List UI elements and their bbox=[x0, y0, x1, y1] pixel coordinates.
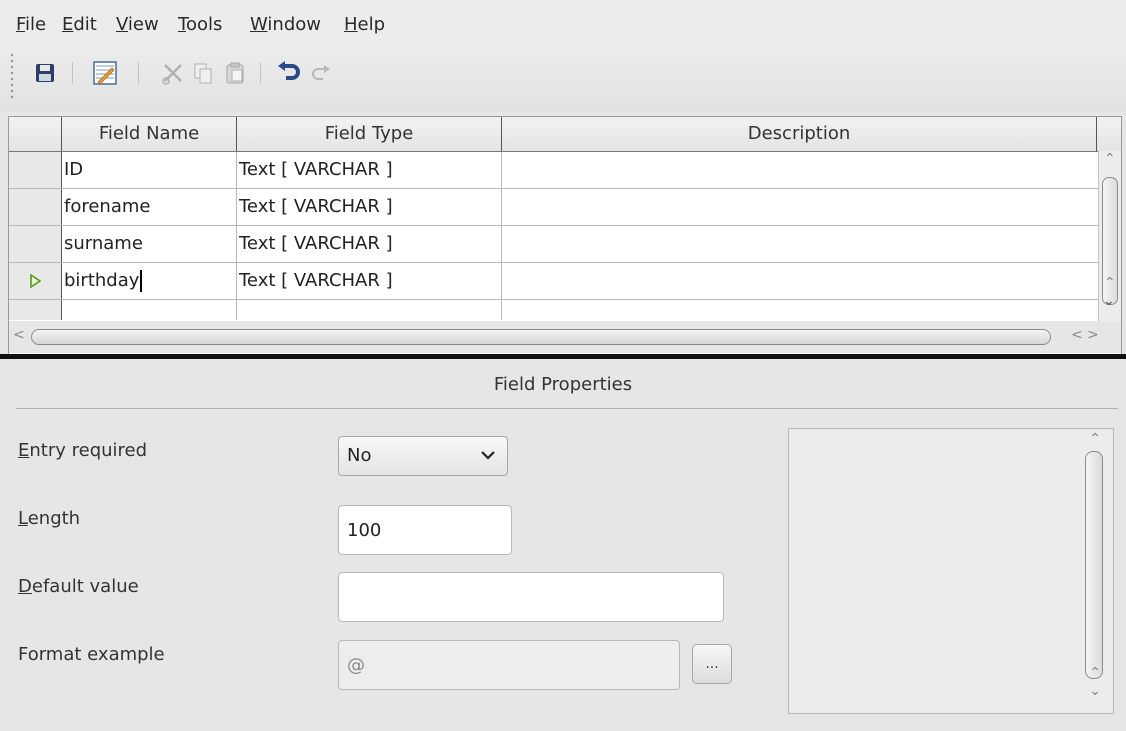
cut-icon[interactable] bbox=[158, 58, 188, 88]
field-name-cell[interactable]: forename bbox=[62, 189, 237, 225]
horizontal-scroll-thumb[interactable] bbox=[31, 329, 1051, 345]
menu-window[interactable]: Window bbox=[250, 14, 321, 35]
field-name-cell-active[interactable]: birthday bbox=[62, 263, 237, 299]
text-cursor bbox=[140, 270, 143, 292]
chevron-down-icon bbox=[481, 451, 495, 460]
field-type-cell[interactable]: Text [ VARCHAR ] bbox=[237, 189, 502, 225]
help-scroll-thumb[interactable] bbox=[1085, 451, 1103, 679]
divider bbox=[16, 408, 1118, 409]
field-name-text: birthday bbox=[64, 270, 140, 291]
toolbar bbox=[0, 46, 1126, 112]
row-handle[interactable] bbox=[9, 189, 62, 225]
toolbar-separator bbox=[72, 62, 73, 84]
menu-bar: File Edit View Tools Window Help bbox=[0, 0, 1126, 46]
field-type-cell[interactable]: Text [ VARCHAR ] bbox=[237, 263, 502, 299]
entry-required-value: No bbox=[347, 445, 372, 466]
scroll-down-icon[interactable]: ⌄ bbox=[1089, 683, 1101, 699]
menu-help[interactable]: Help bbox=[344, 14, 385, 35]
column-header-description[interactable]: Description bbox=[502, 117, 1097, 151]
current-row-indicator-icon bbox=[30, 274, 41, 288]
description-cell[interactable] bbox=[502, 263, 1096, 299]
description-cell[interactable] bbox=[502, 226, 1096, 262]
description-cell[interactable] bbox=[502, 189, 1096, 225]
pane-splitter[interactable] bbox=[0, 354, 1126, 359]
grid-vertical-scrollbar[interactable]: ⌃ ⌃ ⌄ bbox=[1098, 151, 1121, 321]
field-name-cell[interactable] bbox=[62, 300, 237, 320]
menu-edit[interactable]: Edit bbox=[62, 14, 97, 35]
toolbar-grip[interactable] bbox=[10, 52, 14, 100]
length-label: Length bbox=[18, 508, 81, 529]
default-value-label: Default value bbox=[18, 576, 139, 597]
scroll-up-icon[interactable]: ⌃ bbox=[1104, 151, 1116, 167]
field-name-cell[interactable]: ID bbox=[62, 152, 237, 188]
grid-horizontal-scrollbar[interactable]: < < > bbox=[9, 321, 1121, 353]
scroll-left-icon[interactable]: < bbox=[13, 327, 25, 343]
length-input[interactable]: 100 bbox=[338, 505, 512, 555]
field-definition-grid: Field Name Field Type Description ID Tex… bbox=[8, 116, 1122, 356]
scroll-up-icon[interactable]: ⌃ bbox=[1104, 275, 1116, 291]
scroll-down-icon[interactable]: ⌄ bbox=[1103, 293, 1115, 309]
field-type-cell[interactable]: Text [ VARCHAR ] bbox=[237, 152, 502, 188]
table-row[interactable]: birthday Text [ VARCHAR ] bbox=[9, 263, 1101, 300]
scroll-right-icon[interactable]: > bbox=[1087, 327, 1099, 343]
toolbar-separator bbox=[260, 62, 261, 84]
paste-icon[interactable] bbox=[220, 58, 250, 88]
help-text-area[interactable]: ⌃ ⌃ ⌄ bbox=[788, 428, 1114, 714]
format-button[interactable]: ... bbox=[692, 644, 732, 684]
format-example-label: Format example bbox=[18, 644, 165, 665]
column-header-field-name[interactable]: Field Name bbox=[62, 117, 237, 151]
row-handle[interactable] bbox=[9, 226, 62, 262]
column-header-field-type[interactable]: Field Type bbox=[237, 117, 502, 151]
row-handle[interactable] bbox=[9, 152, 62, 188]
table-row-new[interactable] bbox=[9, 300, 1101, 320]
row-handle-header bbox=[9, 117, 62, 151]
entry-required-select[interactable]: No bbox=[338, 436, 508, 476]
table-row[interactable]: surname Text [ VARCHAR ] bbox=[9, 226, 1101, 263]
index-design-icon[interactable] bbox=[90, 58, 120, 88]
field-type-cell[interactable]: Text [ VARCHAR ] bbox=[237, 226, 502, 262]
table-row[interactable]: forename Text [ VARCHAR ] bbox=[9, 189, 1101, 226]
table-row[interactable]: ID Text [ VARCHAR ] bbox=[9, 152, 1101, 189]
row-handle[interactable] bbox=[9, 300, 62, 320]
menu-tools[interactable]: Tools bbox=[178, 14, 222, 35]
row-handle[interactable] bbox=[9, 263, 62, 299]
redo-icon[interactable] bbox=[306, 58, 336, 88]
scroll-up-icon[interactable]: ⌃ bbox=[1089, 665, 1101, 681]
default-value-input[interactable] bbox=[338, 572, 724, 622]
grid-header: Field Name Field Type Description bbox=[9, 117, 1121, 152]
field-name-cell[interactable]: surname bbox=[62, 226, 237, 262]
field-type-cell[interactable] bbox=[237, 300, 502, 320]
field-properties-title: Field Properties bbox=[493, 374, 633, 395]
undo-icon[interactable] bbox=[274, 58, 304, 88]
save-icon[interactable] bbox=[30, 58, 60, 88]
scroll-up-icon[interactable]: ⌃ bbox=[1089, 431, 1101, 447]
toolbar-separator bbox=[138, 62, 139, 84]
description-cell[interactable] bbox=[502, 152, 1096, 188]
scroll-left-icon[interactable]: < bbox=[1071, 327, 1083, 343]
menu-view[interactable]: View bbox=[116, 14, 159, 35]
copy-icon[interactable] bbox=[188, 58, 218, 88]
menu-file[interactable]: File bbox=[16, 14, 46, 35]
format-example-field: @ bbox=[338, 640, 680, 690]
entry-required-label: Entry required bbox=[18, 440, 148, 461]
